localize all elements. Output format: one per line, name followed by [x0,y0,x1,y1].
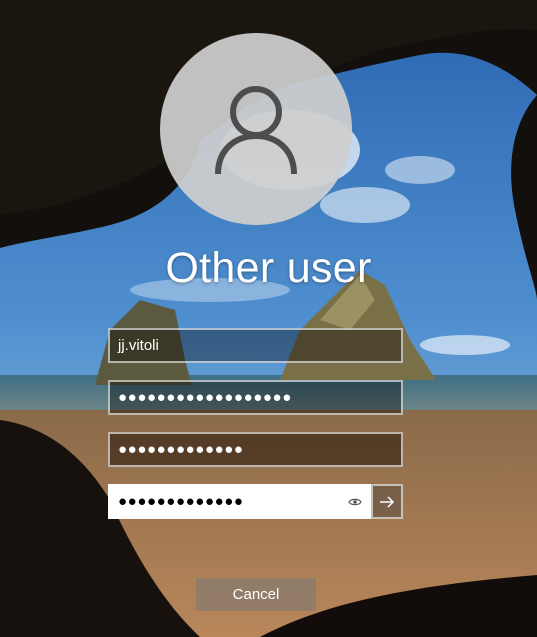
submit-button[interactable] [371,484,403,519]
account-name-title: Other user [165,244,372,292]
username-field[interactable]: jj.vitoli [108,328,403,363]
eye-icon[interactable] [347,495,363,509]
current-password-field[interactable]: ●●●●●●●●●●●●●●●●●● [108,380,403,415]
cancel-button[interactable]: Cancel [196,578,316,611]
user-silhouette-icon [215,86,297,175]
arrow-right-icon [380,495,395,508]
confirm-password-value: ●●●●●●●●●●●●● [118,493,244,510]
confirm-password-field[interactable]: ●●●●●●●●●●●●● [108,484,371,519]
new-password-field[interactable]: ●●●●●●●●●●●●● [108,432,403,467]
confirm-password-row: ●●●●●●●●●●●●● [108,484,403,519]
user-avatar [160,33,352,225]
